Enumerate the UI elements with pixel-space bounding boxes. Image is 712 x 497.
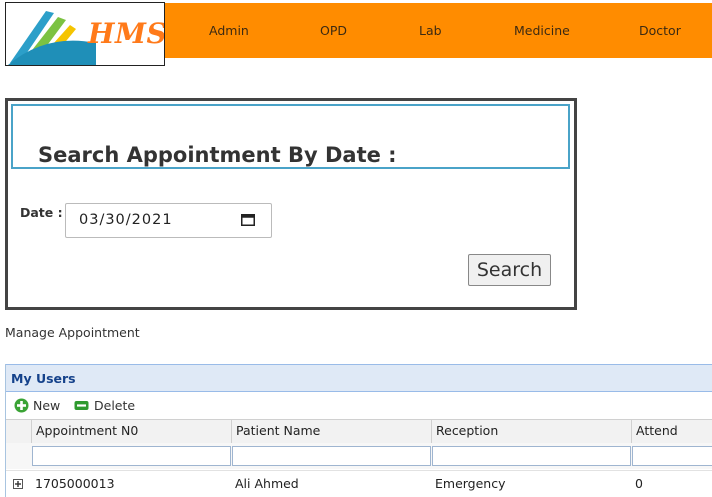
column-header-reception[interactable]: Reception [431, 420, 632, 443]
grid-toolbar: New Delete [6, 392, 712, 419]
grid-header-row: Appointment N0 Patient Name Reception At… [6, 419, 712, 444]
nav-item-admin[interactable]: Admin [209, 3, 249, 58]
filter-attend[interactable] [632, 446, 712, 466]
logo-swoosh-icon [8, 11, 96, 65]
table-row[interactable]: 1705000013 Ali Ahmed Emergency 0 [6, 470, 712, 497]
grid-title: My Users [11, 371, 76, 386]
hms-logo[interactable]: HMS [5, 2, 165, 66]
search-panel-header: Search Appointment By Date : [11, 104, 570, 169]
manage-appointment-label: Manage Appointment [5, 325, 140, 340]
search-title: Search Appointment By Date : [38, 143, 397, 167]
grid-filter-row [6, 443, 712, 469]
top-bar: Admin OPD Lab Medicine Doctor HMS [0, 0, 712, 66]
delete-icon [74, 401, 89, 410]
date-input[interactable]: 03/30/2021 [65, 203, 272, 238]
nav-item-opd[interactable]: OPD [320, 3, 347, 58]
add-icon [14, 398, 29, 413]
search-panel: Search Appointment By Date : Date : 03/3… [5, 98, 577, 310]
expand-icon[interactable] [13, 479, 23, 489]
filter-appointment-no[interactable] [32, 446, 231, 466]
nav-item-doctor[interactable]: Doctor [639, 3, 681, 58]
column-header-attend[interactable]: Attend [631, 420, 712, 443]
date-value: 03/30/2021 [79, 212, 173, 228]
delete-button[interactable]: Delete [74, 397, 136, 415]
appointments-grid: My Users New Delete Appointment N0 Patie… [5, 364, 712, 497]
filter-patient-name[interactable] [232, 446, 431, 466]
cell-patient-name: Ali Ahmed [235, 476, 299, 491]
cell-attend: 0 [635, 476, 643, 491]
filter-reception[interactable] [432, 446, 631, 466]
new-label: New [33, 398, 61, 413]
delete-label: Delete [94, 398, 136, 413]
grid-title-bar: My Users [6, 364, 712, 392]
date-label: Date : [20, 205, 63, 220]
new-button[interactable]: New [14, 397, 64, 415]
logo-text: HMS [88, 17, 165, 50]
search-button[interactable]: Search [468, 254, 551, 286]
cell-appointment-no: 1705000013 [35, 476, 115, 491]
main-navigation: Admin OPD Lab Medicine Doctor [165, 3, 712, 58]
nav-item-lab[interactable]: Lab [419, 3, 442, 58]
calendar-icon[interactable] [241, 213, 255, 226]
column-header-patient-name[interactable]: Patient Name [231, 420, 432, 443]
nav-item-medicine[interactable]: Medicine [514, 3, 570, 58]
cell-reception: Emergency [435, 476, 506, 491]
column-header-appointment-no[interactable]: Appointment N0 [31, 420, 232, 443]
